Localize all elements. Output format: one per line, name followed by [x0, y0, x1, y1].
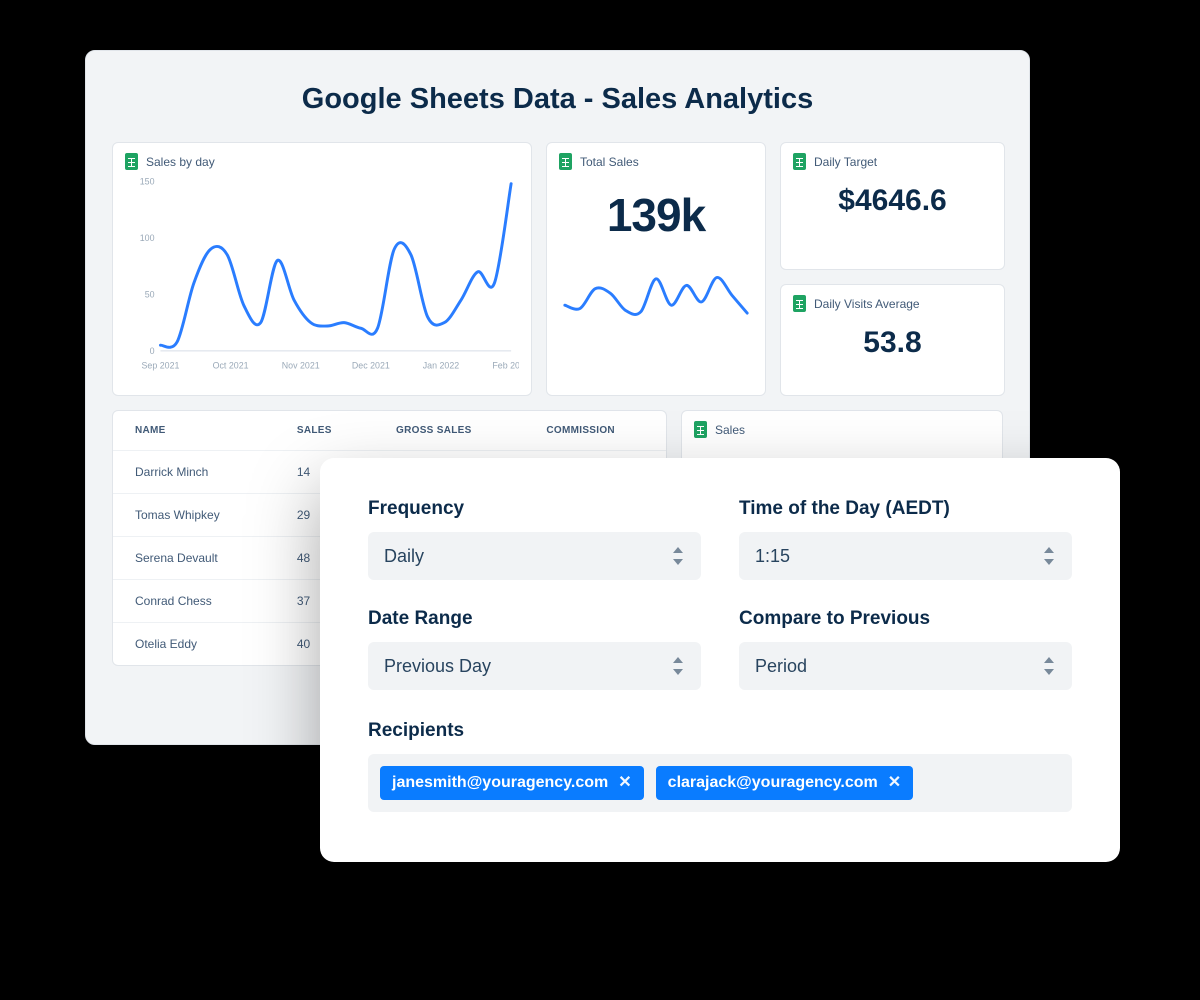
sales-by-day-chart: 0 50 100 150 Sep 2021 Oct 2021 Nov 2021 Dec 202… — [125, 170, 519, 380]
recipient-chip[interactable]: janesmith@youragency.com ✕ — [380, 766, 644, 800]
date-range-label: Date Range — [368, 608, 701, 630]
close-icon[interactable]: ✕ — [888, 775, 901, 791]
svg-text:Jan 2022: Jan 2022 — [423, 361, 460, 371]
total-sales-sparkline — [559, 252, 753, 332]
table-cell: Tomas Whipkey — [113, 494, 275, 537]
dashboard-grid: Sales by day 0 50 100 150 Sep 2021 Oct 2021 No… — [112, 142, 1003, 396]
field-compare: Compare to Previous Period — [739, 608, 1072, 690]
recipient-email: janesmith@youragency.com — [392, 774, 608, 792]
chevron-updown-icon — [1042, 656, 1056, 676]
sheets-icon — [793, 295, 806, 312]
sheets-icon — [559, 153, 572, 170]
time-value: 1:15 — [755, 546, 790, 567]
field-date-range: Date Range Previous Day — [368, 608, 701, 690]
tile-sales-by-day: Sales by day 0 50 100 150 Sep 2021 Oct 2021 No… — [112, 142, 532, 396]
close-icon[interactable]: ✕ — [618, 775, 631, 791]
field-recipients: Recipients janesmith@youragency.com✕clar… — [368, 720, 1072, 812]
frequency-value: Daily — [384, 546, 424, 567]
table-header: NAME — [113, 411, 275, 451]
tile-label: Daily Visits Average — [814, 297, 920, 311]
daily-target-value: $4646.6 — [793, 184, 992, 218]
recipients-label: Recipients — [368, 720, 1072, 742]
table-cell: Otelia Eddy — [113, 623, 275, 666]
svg-text:Sep 2021: Sep 2021 — [141, 361, 179, 371]
sheets-icon — [694, 421, 707, 438]
tile-label: Daily Target — [814, 155, 877, 169]
field-time-of-day: Time of the Day (AEDT) 1:15 — [739, 498, 1072, 580]
compare-value: Period — [755, 656, 807, 677]
compare-label: Compare to Previous — [739, 608, 1072, 630]
time-select[interactable]: 1:15 — [739, 532, 1072, 580]
table-header: SALES — [275, 411, 374, 451]
tile-label: Sales by day — [146, 155, 215, 169]
table-cell: Conrad Chess — [113, 580, 275, 623]
svg-text:100: 100 — [140, 233, 155, 243]
sheets-icon — [793, 153, 806, 170]
page-title: Google Sheets Data - Sales Analytics — [112, 83, 1003, 116]
tile-label: Total Sales — [580, 155, 639, 169]
svg-text:Feb 2022: Feb 2022 — [492, 361, 519, 371]
tile-daily-target: Daily Target $4646.6 — [780, 142, 1005, 270]
daily-visits-value: 53.8 — [793, 326, 992, 360]
svg-text:Nov 2021: Nov 2021 — [282, 361, 320, 371]
recipient-email: clarajack@youragency.com — [668, 774, 878, 792]
total-sales-value: 139k — [559, 188, 753, 242]
table-header: COMMISSION — [524, 411, 666, 451]
svg-text:Oct 2021: Oct 2021 — [213, 361, 249, 371]
svg-text:Dec 2021: Dec 2021 — [352, 361, 390, 371]
schedule-popover: Frequency Daily Time of the Day (AEDT) 1… — [320, 458, 1120, 862]
recipients-input[interactable]: janesmith@youragency.com✕clarajack@youra… — [368, 754, 1072, 812]
compare-select[interactable]: Period — [739, 642, 1072, 690]
table-cell: Serena Devault — [113, 537, 275, 580]
svg-text:50: 50 — [145, 289, 155, 299]
frequency-select[interactable]: Daily — [368, 532, 701, 580]
date-range-value: Previous Day — [384, 656, 491, 677]
chevron-updown-icon — [671, 656, 685, 676]
table-cell: Darrick Minch — [113, 451, 275, 494]
sheets-icon — [125, 153, 138, 170]
recipient-chip[interactable]: clarajack@youragency.com ✕ — [656, 766, 913, 800]
chevron-updown-icon — [671, 546, 685, 566]
tile-label: Sales — [715, 423, 745, 437]
frequency-label: Frequency — [368, 498, 701, 520]
tile-daily-visits: Daily Visits Average 53.8 — [780, 284, 1005, 396]
time-label: Time of the Day (AEDT) — [739, 498, 1072, 520]
tile-total-sales: Total Sales 139k — [546, 142, 766, 396]
svg-text:150: 150 — [140, 176, 155, 186]
chevron-updown-icon — [1042, 546, 1056, 566]
svg-text:0: 0 — [150, 346, 155, 356]
table-header: GROSS SALES — [374, 411, 524, 451]
field-frequency: Frequency Daily — [368, 498, 701, 580]
date-range-select[interactable]: Previous Day — [368, 642, 701, 690]
